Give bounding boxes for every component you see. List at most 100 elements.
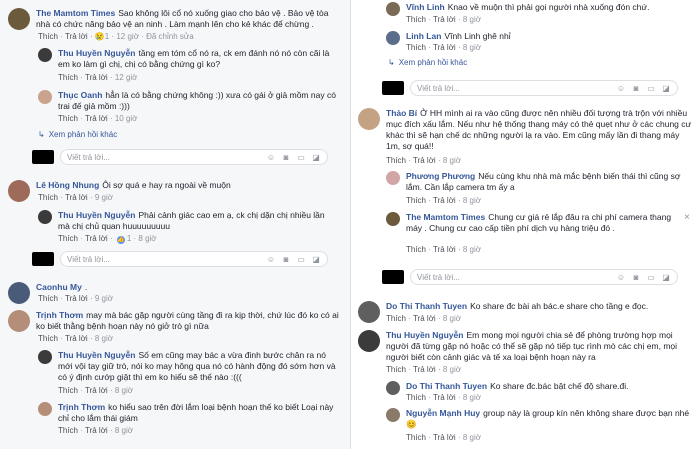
avatar[interactable] bbox=[358, 301, 380, 323]
like-link[interactable]: Thích bbox=[58, 234, 78, 243]
like-link[interactable]: Thích bbox=[58, 114, 78, 123]
like-link[interactable]: Thích bbox=[38, 32, 58, 41]
like-link[interactable]: Thích bbox=[406, 43, 426, 52]
comment-author[interactable]: Thảo Bí bbox=[386, 108, 417, 118]
reply-link[interactable]: Trả lời bbox=[65, 32, 88, 41]
comment-time[interactable]: 10 giờ bbox=[115, 114, 138, 123]
sticker-icon[interactable]: ◪ bbox=[311, 255, 321, 264]
gif-icon[interactable]: ▭ bbox=[296, 153, 306, 162]
reply-link[interactable]: Trả lời bbox=[433, 196, 456, 205]
comment-time[interactable]: 9 giờ bbox=[95, 294, 113, 303]
camera-icon[interactable]: ◙ bbox=[281, 153, 291, 162]
comment-time[interactable]: 8 giờ bbox=[95, 334, 113, 343]
reply-link[interactable]: Trả lời bbox=[85, 114, 108, 123]
comment-author[interactable]: Trịnh Thơm bbox=[58, 402, 105, 412]
avatar[interactable] bbox=[38, 90, 52, 104]
comment-author[interactable]: The Mamtom Times bbox=[36, 8, 115, 18]
avatar[interactable] bbox=[358, 330, 380, 352]
reply-link[interactable]: Trả lời bbox=[65, 193, 88, 202]
comment-author[interactable]: Vĩnh Linh bbox=[406, 2, 445, 12]
camera-icon[interactable]: ◙ bbox=[631, 84, 641, 93]
reply-input[interactable]: Viết trả lời... ☺ ◙ ▭ ◪ bbox=[60, 149, 328, 165]
comment-time[interactable]: 8 giờ bbox=[115, 386, 133, 395]
emoji-icon[interactable]: ☺ bbox=[616, 84, 626, 93]
avatar[interactable] bbox=[8, 8, 30, 30]
sticker-icon[interactable]: ◪ bbox=[311, 153, 321, 162]
comment-time[interactable]: 8 giờ bbox=[443, 314, 461, 323]
reply-link[interactable]: Trả lời bbox=[433, 15, 456, 24]
comment-time[interactable]: 8 giờ bbox=[463, 15, 481, 24]
reply-link[interactable]: Trả lời bbox=[413, 314, 436, 323]
like-link[interactable]: Thích bbox=[406, 393, 426, 402]
comment-author[interactable]: The Mamtom Times bbox=[406, 212, 485, 222]
comment-author[interactable]: Linh Lan bbox=[406, 31, 441, 41]
avatar[interactable] bbox=[386, 171, 400, 185]
reaction-count[interactable]: 1 bbox=[127, 234, 131, 243]
like-link[interactable]: Thích bbox=[58, 73, 78, 82]
edited-label[interactable]: Đã chỉnh sửa bbox=[146, 32, 194, 41]
comment-author[interactable]: Thu Huyền Nguyễn bbox=[386, 330, 463, 340]
comment-time[interactable]: 12 giờ bbox=[115, 73, 138, 82]
avatar[interactable] bbox=[386, 2, 400, 16]
avatar[interactable] bbox=[8, 310, 30, 332]
camera-icon[interactable]: ◙ bbox=[281, 255, 291, 264]
reply-link[interactable]: Trả lời bbox=[85, 73, 108, 82]
comment-author[interactable]: Do Thi Thanh Tuyen bbox=[406, 381, 487, 391]
like-link[interactable]: Thích bbox=[58, 426, 78, 435]
comment-time[interactable]: 8 giờ bbox=[138, 234, 156, 243]
comment-time[interactable]: 8 giờ bbox=[443, 156, 461, 165]
comment-author[interactable]: Thục Oanh bbox=[58, 90, 102, 100]
comment-author[interactable]: Phương Phương bbox=[406, 171, 475, 181]
avatar[interactable] bbox=[386, 212, 400, 226]
camera-icon[interactable]: ◙ bbox=[631, 273, 641, 282]
reply-link[interactable]: Trả lời bbox=[413, 365, 436, 374]
comment-time[interactable]: 8 giờ bbox=[463, 196, 481, 205]
like-link[interactable]: Thích bbox=[58, 386, 78, 395]
avatar[interactable] bbox=[386, 31, 400, 45]
like-link[interactable]: Thích bbox=[386, 156, 406, 165]
comment-time[interactable]: 8 giờ bbox=[463, 245, 481, 254]
reply-link[interactable]: Trả lời bbox=[85, 234, 108, 243]
comment-author[interactable]: Thu Huyền Nguyễn bbox=[58, 210, 135, 220]
comment-time[interactable]: 8 giờ bbox=[115, 426, 133, 435]
avatar[interactable] bbox=[38, 402, 52, 416]
like-link[interactable]: Thích bbox=[386, 314, 406, 323]
comment-time[interactable]: 8 giờ bbox=[463, 433, 481, 442]
emoji-icon[interactable]: ☺ bbox=[616, 273, 626, 282]
like-link[interactable]: Thích bbox=[38, 334, 58, 343]
more-replies-link[interactable]: ↳ Xem phản hồi khác bbox=[388, 58, 467, 67]
like-link[interactable]: Thích bbox=[406, 15, 426, 24]
reaction-count[interactable]: 1 bbox=[105, 32, 109, 41]
reply-input[interactable]: Viết trả lời... ☺ ◙ ▭ ◪ bbox=[410, 269, 678, 285]
gif-icon[interactable]: ▭ bbox=[646, 273, 656, 282]
reply-link[interactable]: Trả lời bbox=[65, 334, 88, 343]
comment-author[interactable]: Do Thi Thanh Tuyen bbox=[386, 301, 467, 311]
reply-link[interactable]: Trả lời bbox=[65, 294, 88, 303]
avatar[interactable] bbox=[358, 108, 380, 130]
reply-link[interactable]: Trả lời bbox=[85, 386, 108, 395]
like-link[interactable]: Thích bbox=[406, 245, 426, 254]
reply-link[interactable]: Trả lời bbox=[413, 156, 436, 165]
comment-author[interactable]: Thu Huyền Nguyễn bbox=[58, 48, 135, 58]
like-link[interactable]: Thích bbox=[386, 365, 406, 374]
comment-author[interactable]: Trịnh Thơm bbox=[36, 310, 83, 320]
gif-icon[interactable]: ▭ bbox=[646, 84, 656, 93]
comment-author[interactable]: Nguyễn Mạnh Huy bbox=[406, 408, 480, 418]
avatar[interactable] bbox=[38, 210, 52, 224]
comment-author[interactable]: Lê Hồng Nhung bbox=[36, 180, 99, 190]
sticker-icon[interactable]: ◪ bbox=[661, 84, 671, 93]
like-link[interactable]: Thích bbox=[38, 294, 58, 303]
comment-time[interactable]: 9 giờ bbox=[95, 193, 113, 202]
reply-link[interactable]: Trả lời bbox=[85, 426, 108, 435]
reply-input[interactable]: Viết trả lời... ☺ ◙ ▭ ◪ bbox=[410, 80, 678, 96]
like-link[interactable]: Thích bbox=[406, 433, 426, 442]
avatar[interactable] bbox=[8, 180, 30, 202]
avatar[interactable] bbox=[386, 381, 400, 395]
reply-link[interactable]: Trả lời bbox=[433, 43, 456, 52]
reply-input[interactable]: Viết trả lời... ☺ ◙ ▭ ◪ bbox=[60, 251, 328, 267]
like-link[interactable]: Thích bbox=[38, 193, 58, 202]
reply-link[interactable]: Trả lời bbox=[433, 393, 456, 402]
close-icon[interactable]: × bbox=[684, 212, 690, 223]
like-link[interactable]: Thích bbox=[406, 196, 426, 205]
emoji-icon[interactable]: ☺ bbox=[266, 153, 276, 162]
